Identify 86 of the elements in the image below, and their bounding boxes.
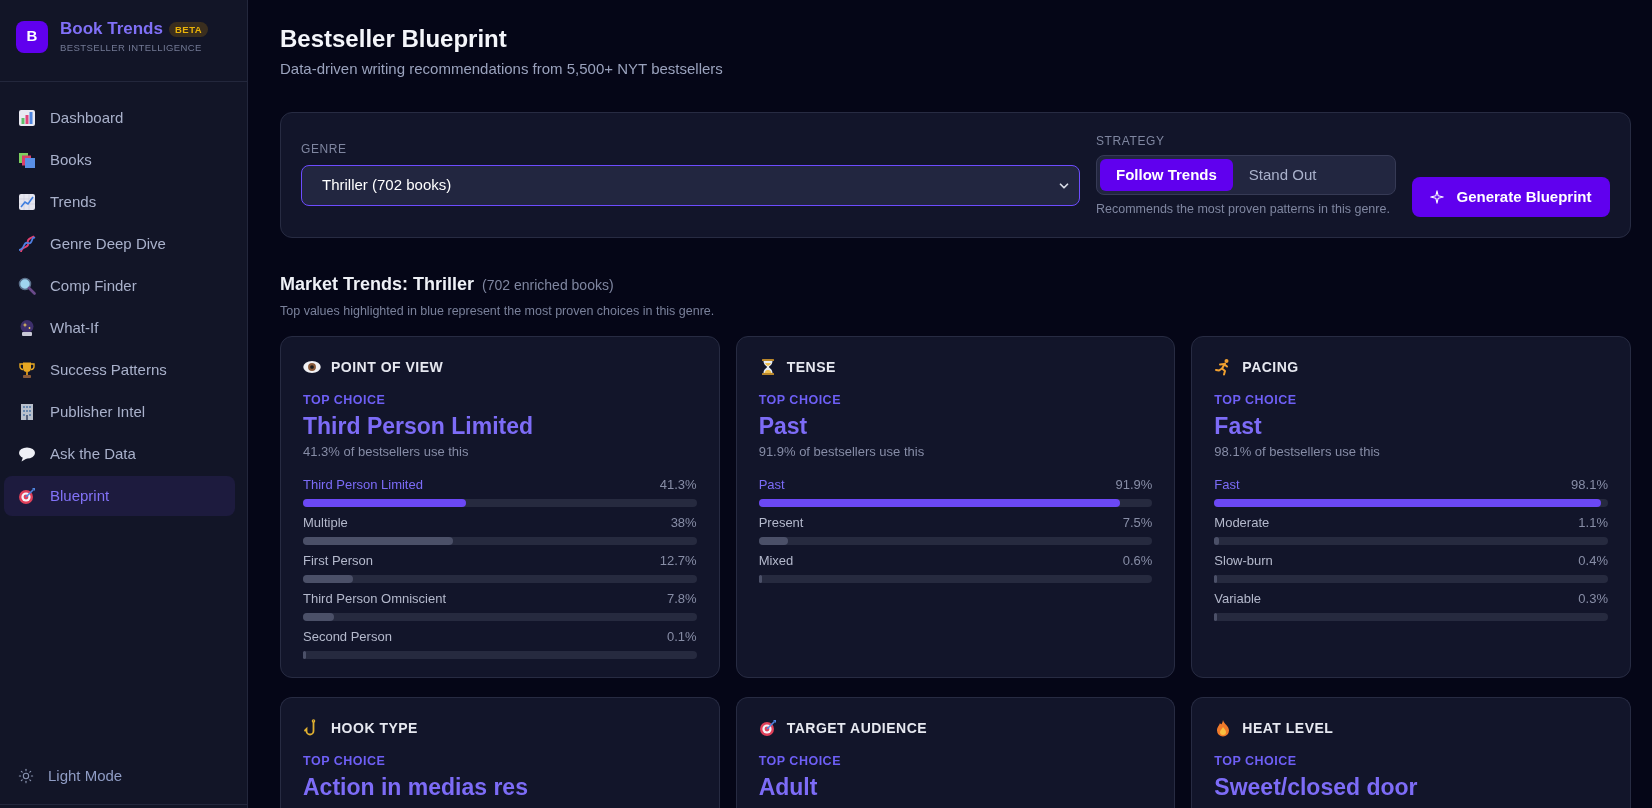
section-caption: Top values highlighted in blue represent the most proven choices in this genre. bbox=[280, 303, 716, 319]
strategy-option[interactable]: Stand Out bbox=[1232, 159, 1333, 191]
target-icon bbox=[18, 487, 36, 505]
top-choice-value: Sweet/closed door bbox=[1214, 773, 1419, 802]
eye-icon bbox=[303, 361, 321, 373]
option-label: Variable bbox=[1214, 590, 1262, 609]
card-title: HOOK TYPE bbox=[331, 718, 418, 738]
nav-item[interactable]: Books bbox=[4, 140, 235, 180]
strategy-label: STRATEGY bbox=[1096, 133, 1166, 149]
nav-item[interactable]: Publisher Intel bbox=[4, 392, 235, 432]
option-percent: 41.3% bbox=[659, 476, 697, 495]
generate-button[interactable]: Generate Blueprint bbox=[1412, 177, 1610, 217]
speech-bubble-icon bbox=[18, 445, 36, 463]
card-title: TARGET AUDIENCE bbox=[786, 718, 928, 738]
theme-toggle[interactable]: Light Mode bbox=[4, 756, 243, 796]
option-percent: 0.3% bbox=[1578, 590, 1608, 609]
page-title: Bestseller Blueprint bbox=[280, 24, 508, 54]
sparkle-icon bbox=[1430, 190, 1445, 204]
top-choice-value: Action in medias res bbox=[303, 773, 529, 802]
top-choice-label: TOP CHOICE bbox=[1214, 392, 1298, 409]
nav-item[interactable]: Success Patterns bbox=[4, 350, 235, 390]
nav-item[interactable]: Comp Finder bbox=[4, 266, 235, 306]
option-percent: 91.9% bbox=[1115, 476, 1153, 495]
trophy-icon bbox=[18, 361, 36, 379]
genre-label: GENRE bbox=[301, 141, 348, 157]
card-title: POINT OF VIEW bbox=[331, 357, 444, 377]
nav-item[interactable]: Genre Deep Dive bbox=[4, 224, 235, 264]
book-count: (702 enriched books) bbox=[482, 276, 614, 295]
option-label: Past bbox=[758, 476, 785, 495]
top-choice-share: 91.9% of bestsellers use this bbox=[758, 443, 926, 461]
genre-select[interactable]: Thriller (702 books) bbox=[301, 165, 1080, 206]
app-tagline: BESTSELLER INTELLIGENCE bbox=[60, 42, 203, 54]
nav-item[interactable]: Blueprint bbox=[4, 476, 235, 516]
strategy-hint: Recommends the most proven patterns in this genre. bbox=[1096, 201, 1391, 217]
option-label: Third Person Omniscient bbox=[303, 590, 447, 609]
logo-tile: B bbox=[16, 20, 48, 53]
nav-item[interactable]: What-If bbox=[4, 308, 235, 348]
top-choice-label: TOP CHOICE bbox=[1214, 753, 1298, 770]
card-title: PACING bbox=[1242, 357, 1299, 377]
option-percent: 0.1% bbox=[667, 628, 697, 647]
nav-item[interactable]: Trends bbox=[4, 182, 235, 222]
card-title: TENSE bbox=[786, 357, 836, 377]
option-percent: 38% bbox=[670, 514, 697, 533]
top-choice-label: TOP CHOICE bbox=[758, 392, 842, 409]
line-chart-icon bbox=[18, 193, 36, 211]
option-percent: 0.4% bbox=[1578, 552, 1608, 571]
beta-badge: BETA bbox=[168, 21, 209, 37]
option-label: Multiple bbox=[303, 514, 348, 533]
option-label: Moderate bbox=[1214, 514, 1270, 533]
option-percent: 98.1% bbox=[1571, 476, 1608, 495]
sun-icon bbox=[18, 768, 34, 784]
option-percent: 0.6% bbox=[1122, 552, 1153, 571]
option-label: Mixed bbox=[758, 552, 794, 571]
top-choice-value: Past bbox=[758, 412, 809, 441]
bar-chart-icon bbox=[18, 109, 36, 127]
option-label: Slow-burn bbox=[1214, 552, 1273, 571]
top-choice-label: TOP CHOICE bbox=[758, 753, 842, 770]
section-title: Market Trends: Thriller bbox=[280, 273, 475, 296]
app-name: Book Trends bbox=[60, 19, 163, 39]
card-title: HEAT LEVEL bbox=[1242, 718, 1334, 738]
option-percent: 12.7% bbox=[659, 552, 697, 571]
search-icon bbox=[18, 277, 36, 295]
building-icon bbox=[18, 403, 36, 421]
option-percent: 7.5% bbox=[1122, 514, 1153, 533]
nav-item[interactable]: Ask the Data bbox=[4, 434, 235, 474]
crystal-ball-icon bbox=[18, 319, 36, 337]
top-choice-label: TOP CHOICE bbox=[303, 753, 387, 770]
option-label: Third Person Limited bbox=[303, 476, 423, 495]
top-choice-label: TOP CHOICE bbox=[303, 392, 387, 409]
option-percent: 1.1% bbox=[1578, 514, 1608, 533]
option-label: First Person bbox=[303, 552, 374, 571]
strategy-option[interactable]: Follow Trends bbox=[1100, 159, 1233, 191]
top-choice-share: 98.1% of bestsellers use this bbox=[1214, 443, 1381, 461]
top-choice-share: 41.3% of bestsellers use this bbox=[303, 443, 470, 461]
books-icon bbox=[18, 151, 36, 169]
top-choice-value: Third Person Limited bbox=[303, 412, 535, 441]
dna-icon bbox=[18, 235, 36, 253]
top-choice-value: Fast bbox=[1214, 412, 1263, 441]
option-label: Second Person bbox=[303, 628, 392, 647]
page-subtitle: Data-driven writing recommendations from 5,500+ NYT bestsellers bbox=[280, 59, 724, 79]
top-choice-value: Adult bbox=[758, 773, 819, 802]
nav-item[interactable]: Dashboard bbox=[4, 98, 235, 138]
option-percent: 7.8% bbox=[667, 590, 697, 609]
option-label: Fast bbox=[1214, 476, 1240, 495]
target-icon bbox=[758, 719, 777, 737]
option-label: Present bbox=[758, 514, 804, 533]
